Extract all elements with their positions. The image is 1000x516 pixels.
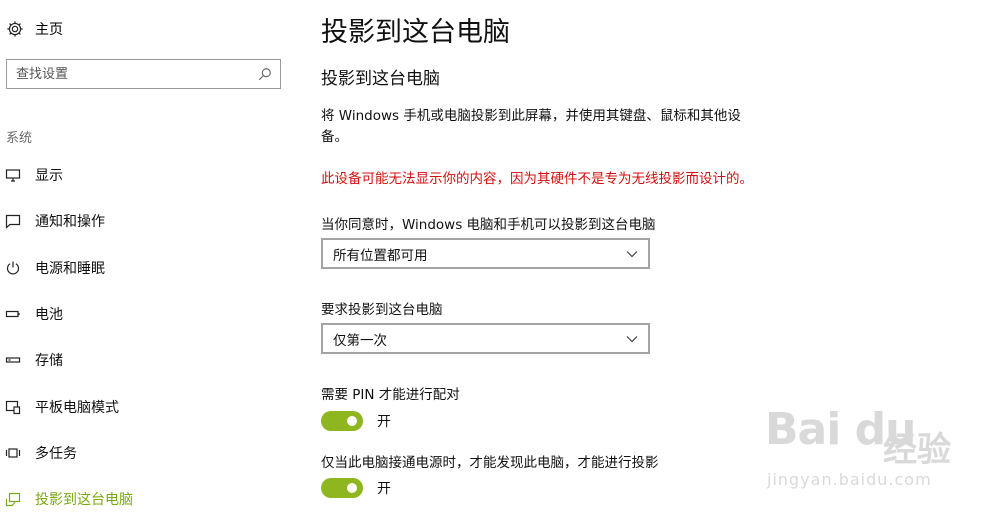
hardware-warning: 此设备可能无法显示你的内容，因为其硬件不是专为无线投影而设计的。 <box>321 171 753 187</box>
search-input[interactable] <box>7 61 258 87</box>
pin-toggle-row: 开 <box>321 410 391 432</box>
sidebar-item-power[interactable]: 电源和睡眠 <box>0 255 290 281</box>
section-label: 系统 <box>6 131 33 146</box>
watermark-url: jingyan.baidu.com <box>767 470 932 489</box>
sidebar-item-display[interactable]: 显示 <box>0 162 290 188</box>
baidu-watermark: Bai du 经验 jingyan.baidu.com <box>765 404 975 504</box>
pin-label: 需要 PIN 才能进行配对 <box>321 387 460 403</box>
power-label: 仅当此电脑接通电源时，才能发现此电脑，才能进行投影 <box>321 455 659 471</box>
display-icon <box>5 169 21 182</box>
power-toggle-row: 开 <box>321 477 391 499</box>
tablet-mode-icon <box>5 400 21 415</box>
watermark-name: 经验 <box>883 430 951 470</box>
sidebar-item-label: 存储 <box>35 353 63 369</box>
chevron-down-icon <box>626 335 638 342</box>
availability-dropdown[interactable]: 所有位置都可用 <box>321 238 650 269</box>
power-toggle[interactable] <box>321 478 363 498</box>
sidebar-item-storage[interactable]: 存储 <box>0 347 290 373</box>
search-icon[interactable] <box>258 67 272 81</box>
storage-icon <box>5 357 21 363</box>
multitasking-icon <box>5 448 21 458</box>
home-label: 主页 <box>35 22 63 38</box>
power-icon <box>6 261 20 275</box>
project-icon <box>5 492 21 507</box>
sidebar-item-tablet-mode[interactable]: 平板电脑模式 <box>0 394 290 420</box>
notification-icon <box>5 214 21 229</box>
availability-value: 所有位置都可用 <box>333 247 428 264</box>
sidebar-item-label: 多任务 <box>35 446 77 462</box>
sidebar-item-project-to-pc[interactable]: 投影到这台电脑 <box>0 486 290 512</box>
sidebar: 主页 系统 显示 通知和操作 电源和睡眠 电池 <box>0 0 300 516</box>
sidebar-item-label: 电源和睡眠 <box>35 261 105 277</box>
sidebar-item-label: 电池 <box>35 307 63 323</box>
sidebar-item-label: 通知和操作 <box>35 214 105 230</box>
pin-toggle-state: 开 <box>377 414 391 430</box>
sidebar-item-multitasking[interactable]: 多任务 <box>0 440 290 466</box>
page-title: 投影到这台电脑 <box>321 17 510 48</box>
sidebar-item-battery[interactable]: 电池 <box>0 301 290 327</box>
sidebar-item-notifications[interactable]: 通知和操作 <box>0 208 290 234</box>
chevron-down-icon <box>626 250 638 257</box>
description-text: 将 Windows 手机或电脑投影到此屏幕，并使用其键盘、鼠标和其他设备。 <box>321 108 741 145</box>
pin-toggle[interactable] <box>321 411 363 431</box>
section-title: 投影到这台电脑 <box>321 69 440 89</box>
ask-value: 仅第一次 <box>333 332 387 349</box>
toggle-knob <box>347 416 357 426</box>
search-box[interactable] <box>6 59 281 89</box>
toggle-knob <box>347 483 357 493</box>
sidebar-item-label: 显示 <box>35 168 63 184</box>
power-toggle-state: 开 <box>377 481 391 497</box>
ask-label: 要求投影到这台电脑 <box>321 302 443 318</box>
battery-icon <box>5 310 20 318</box>
gear-icon <box>7 21 23 37</box>
sidebar-item-label: 平板电脑模式 <box>35 400 119 416</box>
home-link[interactable]: 主页 <box>6 18 63 40</box>
sidebar-item-label: 投影到这台电脑 <box>35 492 133 508</box>
ask-dropdown[interactable]: 仅第一次 <box>321 323 650 354</box>
availability-label: 当你同意时，Windows 电脑和手机可以投影到这台电脑 <box>321 217 656 233</box>
